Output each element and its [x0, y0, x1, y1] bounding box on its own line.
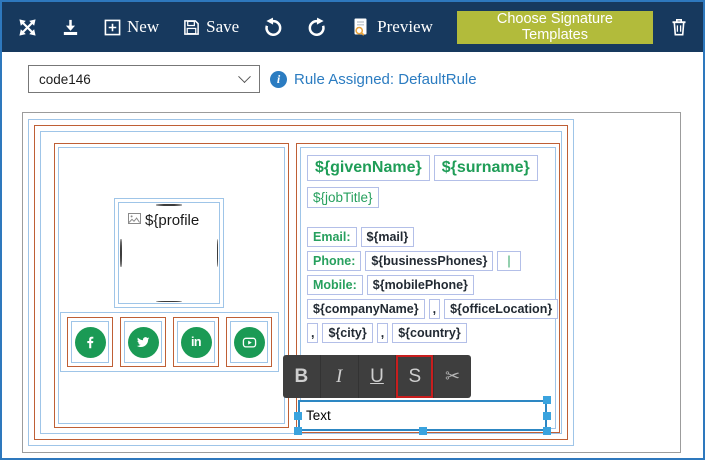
field-given-name[interactable]: ${givenName} [307, 155, 430, 181]
download-icon [61, 18, 80, 37]
top-toolbar: New Save [2, 2, 703, 52]
comma-separator[interactable]: , [429, 299, 440, 319]
twitter-icon [128, 327, 159, 358]
mobile-label[interactable]: Mobile: [307, 275, 363, 295]
expand-arrows-icon [18, 18, 37, 37]
trash-icon [669, 17, 689, 37]
delete-button[interactable] [669, 17, 689, 37]
left-cell: ${profile [54, 143, 289, 428]
youtube-icon [234, 327, 265, 358]
save-floppy-icon [183, 19, 200, 36]
field-city[interactable]: ${city} [322, 323, 372, 343]
profile-image-broken-frame: ${profile [118, 202, 220, 304]
new-label: New [127, 17, 159, 37]
preview-document-icon [351, 17, 371, 37]
field-mail[interactable]: ${mail} [361, 227, 415, 247]
social-twitter[interactable] [120, 317, 166, 367]
rule-assigned: i Rule Assigned: DefaultRule [270, 65, 477, 93]
strikethrough-label: S [408, 366, 421, 388]
download-button[interactable] [61, 18, 80, 37]
choose-signature-templates-button[interactable]: Choose Signature Templates [457, 11, 653, 44]
info-icon: i [270, 71, 287, 88]
field-company-name[interactable]: ${companyName} [307, 299, 425, 319]
rule-assigned-label: Rule Assigned: DefaultRule [294, 71, 477, 88]
underline-button[interactable]: U [359, 355, 397, 398]
broken-image-mark [217, 239, 219, 267]
social-icons-row: in [60, 312, 279, 372]
resize-handle-bottom-right[interactable] [543, 427, 551, 435]
phone-label[interactable]: Phone: [307, 251, 361, 271]
signature-canvas: ${profile [22, 112, 681, 453]
new-button[interactable]: New [104, 17, 159, 37]
field-office-location[interactable]: ${officeLocation} [444, 299, 558, 319]
app-window: New Save [0, 0, 705, 460]
save-label: Save [206, 17, 239, 37]
email-label[interactable]: Email: [307, 227, 357, 247]
broken-image-icon [128, 212, 141, 229]
linkedin-icon: in [181, 327, 212, 358]
undo-button[interactable] [263, 17, 283, 37]
field-surname[interactable]: ${surname} [434, 155, 538, 181]
save-button[interactable]: Save [183, 17, 239, 37]
social-youtube[interactable] [226, 317, 272, 367]
text-element[interactable]: Text [298, 400, 547, 431]
field-mobile-phone[interactable]: ${mobilePhone} [367, 275, 474, 295]
social-facebook[interactable] [67, 317, 113, 367]
scissors-icon: ✂ [445, 366, 460, 387]
resize-handle-top-right[interactable] [543, 396, 551, 404]
broken-image-mark [156, 204, 182, 206]
preview-label: Preview [377, 17, 433, 37]
facebook-icon [75, 327, 106, 358]
field-country[interactable]: ${country} [392, 323, 467, 343]
chevron-down-icon [238, 70, 251, 83]
bold-button[interactable]: B [283, 355, 321, 398]
profile-alt-text: ${profile [145, 212, 199, 229]
strikethrough-button[interactable]: S [396, 355, 434, 398]
template-select-value: code146 [39, 72, 91, 87]
resize-handle-bottom-left[interactable] [294, 427, 302, 435]
text-element-content: Text [306, 408, 331, 423]
text-cursor[interactable]: | [497, 251, 520, 271]
broken-image-mark [120, 239, 122, 267]
format-toolbar: B I U S ✂ [283, 355, 471, 398]
undo-icon [263, 17, 283, 37]
comma-separator[interactable]: , [377, 323, 388, 343]
resize-handle-mid-right[interactable] [543, 412, 551, 420]
social-linkedin[interactable]: in [173, 317, 219, 367]
field-job-title[interactable]: ${jobTitle} [307, 187, 379, 208]
redo-button[interactable] [307, 17, 327, 37]
broken-image-mark [156, 301, 182, 303]
resize-handle-mid-left[interactable] [294, 412, 302, 420]
template-select[interactable]: code146 [28, 65, 260, 93]
field-business-phones[interactable]: ${businessPhones} [365, 251, 493, 271]
redo-icon [307, 17, 327, 37]
cut-button[interactable]: ✂ [434, 355, 471, 398]
comma-separator[interactable]: , [307, 323, 318, 343]
expand-button[interactable] [18, 18, 37, 37]
new-plus-square-icon [104, 19, 121, 36]
preview-button[interactable]: Preview [351, 17, 433, 37]
left-cell-inner: ${profile [58, 147, 285, 424]
resize-handle-bottom-center[interactable] [419, 427, 427, 435]
profile-image-placeholder[interactable]: ${profile [114, 198, 224, 308]
italic-button[interactable]: I [321, 355, 359, 398]
